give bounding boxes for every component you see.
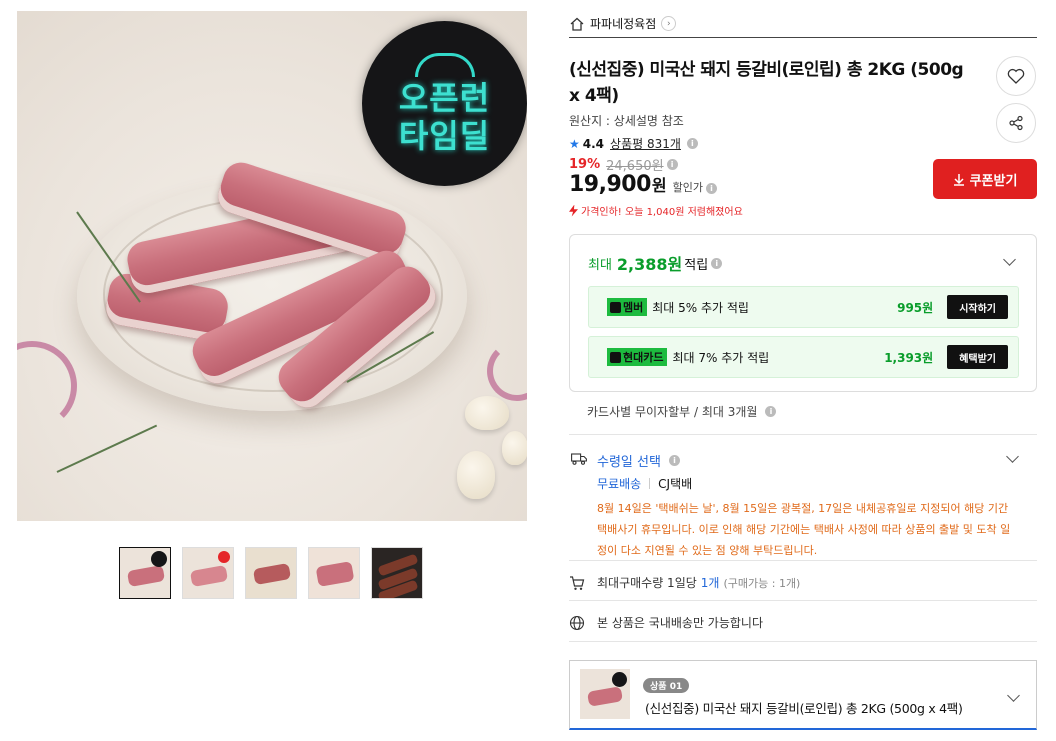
- option-selector[interactable]: 상품 01 (신선집중) 미국산 돼지 등갈비(로인립) 총 2KG (500g…: [569, 660, 1037, 730]
- member-icon: [610, 301, 621, 313]
- max-quantity-prefix: 최대구매수량 1일당: [597, 576, 697, 590]
- reward-amount: 2,388원: [616, 255, 683, 274]
- reward-suffix: 적립: [684, 257, 709, 273]
- reward-header[interactable]: 최대 2,388원 적립 i: [588, 251, 723, 275]
- max-quantity-value: 1개: [700, 576, 720, 590]
- heart-icon: [1007, 68, 1025, 84]
- rosemary-sprig: [56, 424, 158, 473]
- price-unit: 원: [651, 176, 667, 195]
- home-icon: [570, 17, 584, 31]
- rating-score: 4.4: [582, 136, 605, 151]
- sale-price-row: 19,900 원 할인가 i: [569, 172, 718, 197]
- info-icon[interactable]: i: [666, 159, 678, 170]
- reward-tag: 멤버: [607, 298, 648, 316]
- divider: [569, 600, 1037, 601]
- get-benefit-button[interactable]: 혜택받기: [947, 345, 1008, 369]
- start-button[interactable]: 시작하기: [947, 295, 1008, 319]
- price-label: 할인가: [672, 181, 704, 194]
- garlic-clove: [502, 431, 527, 465]
- onion-slice: [17, 341, 77, 431]
- option-badge: 상품 01: [643, 678, 690, 693]
- reward-text: 최대 7% 추가 적립: [672, 350, 770, 365]
- reward-text: 최대 5% 추가 적립: [652, 300, 749, 315]
- main-product-image[interactable]: 오픈런 타임딜: [17, 11, 527, 521]
- coupon-label: 쿠폰받기: [969, 173, 1018, 189]
- garlic-clove: [465, 396, 509, 430]
- domestic-only-row: 본 상품은 국내배송만 가능합니다: [569, 614, 763, 631]
- truck-icon: [571, 453, 587, 465]
- thumbnail-1[interactable]: [119, 547, 171, 599]
- info-icon[interactable]: i: [765, 406, 777, 417]
- delivery-date-select[interactable]: 수령일 선택 i: [597, 451, 680, 470]
- reviews-link[interactable]: 상품평 831개: [610, 135, 681, 152]
- onion-slice: [487, 341, 527, 401]
- thumbnail-5[interactable]: [371, 547, 423, 599]
- divider: [569, 641, 1037, 642]
- delivery-title: 수령일 선택: [597, 455, 661, 470]
- download-icon: [953, 173, 964, 186]
- alarm-clock-icon: [414, 52, 475, 77]
- sale-price: 19,900: [569, 172, 651, 197]
- carrier-name: CJ택배: [658, 477, 693, 491]
- installment-text: 카드사별 무이자할부 / 최대 3개월: [587, 405, 758, 419]
- thumbnail-4[interactable]: [308, 547, 360, 599]
- info-icon[interactable]: i: [711, 257, 723, 269]
- free-shipping-label: 무료배송: [597, 477, 642, 491]
- share-icon: [1009, 115, 1023, 131]
- price-drop-note: 가격인하! 오늘 1,040원 저렴해졌어요: [569, 203, 743, 218]
- option-name: (신선집중) 미국산 돼지 등갈비(로인립) 총 2KG (500g x 4팩): [645, 701, 963, 716]
- share-button[interactable]: [996, 103, 1036, 143]
- rating-row: ★ 4.4 상품평 831개 i: [569, 135, 698, 152]
- coupon-button[interactable]: 쿠폰받기: [933, 159, 1037, 199]
- chevron-down-icon[interactable]: [1003, 253, 1016, 266]
- like-button[interactable]: [996, 56, 1036, 96]
- lightning-icon: [569, 204, 578, 217]
- member-reward-row: 멤버 최대 5% 추가 적립 995원 시작하기: [588, 286, 1019, 328]
- open-run-time-deal-badge: 오픈런 타임딜: [362, 21, 527, 186]
- garlic-clove: [457, 451, 495, 499]
- badge-line-1: 오픈런: [398, 78, 491, 117]
- installment-info: 카드사별 무이자할부 / 최대 3개월 i: [587, 403, 777, 420]
- globe-icon: [569, 615, 585, 630]
- thumbnail-strip: [119, 547, 423, 599]
- star-icon: ★: [569, 136, 580, 151]
- holiday-notice: 8월 14일은 '택배쉬는 날', 8월 15일은 광복절, 17일은 내체공휴…: [597, 502, 1011, 557]
- thumbnail-3[interactable]: [245, 547, 297, 599]
- info-icon[interactable]: i: [686, 138, 698, 149]
- chevron-down-icon[interactable]: [1006, 450, 1019, 463]
- store-link[interactable]: 파파네정육점 ›: [569, 12, 1037, 38]
- price-drop-text: 가격인하! 오늘 1,040원 저렴해졌어요: [581, 207, 743, 218]
- shipping-row: 무료배송 CJ택배: [597, 475, 692, 492]
- discount-percent: 19%: [569, 157, 601, 172]
- max-quantity-row: 최대구매수량 1일당 1개 (구매가능 : 1개): [569, 574, 800, 591]
- store-name[interactable]: 파파네정육점: [590, 15, 656, 32]
- divider: [569, 434, 1037, 435]
- reward-amount: 1,393원: [884, 350, 934, 365]
- product-title: (신선집중) 미국산 돼지 등갈비(로인립) 총 2KG (500g x 4팩): [569, 60, 964, 106]
- origin-info: 원산지 : 상세설명 참조: [569, 114, 684, 128]
- cart-icon: [570, 575, 585, 590]
- reward-prefix: 최대: [588, 257, 612, 273]
- max-quantity-sub: (구매가능 : 1개): [723, 576, 801, 590]
- separator: [649, 478, 651, 489]
- divider: [569, 560, 1037, 561]
- chevron-down-icon[interactable]: [1007, 689, 1020, 702]
- info-icon[interactable]: i: [668, 455, 680, 466]
- reward-tag: 현대카드: [607, 348, 668, 366]
- badge-line-2: 타임딜: [398, 116, 491, 155]
- info-icon[interactable]: i: [706, 183, 718, 194]
- reward-amount: 995원: [897, 300, 934, 315]
- reward-panel: 최대 2,388원 적립 i 멤버 최대 5% 추가 적립 995원 시작하기 …: [569, 234, 1037, 392]
- domestic-only-text: 본 상품은 국내배송만 가능합니다: [597, 616, 764, 630]
- card-icon: [610, 351, 621, 363]
- card-reward-row: 현대카드 최대 7% 추가 적립 1,393원 혜택받기: [588, 336, 1019, 378]
- chevron-right-icon[interactable]: ›: [661, 16, 677, 31]
- option-thumbnail: [580, 669, 630, 719]
- thumbnail-2[interactable]: [182, 547, 234, 599]
